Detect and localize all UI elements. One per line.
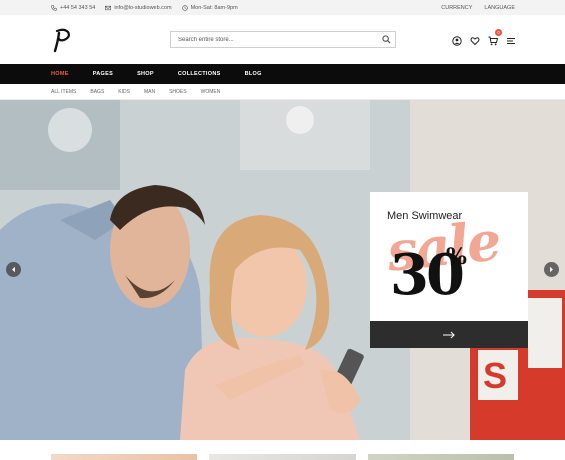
brand-logo[interactable] [50,27,74,53]
category-navigation: ALL ITEMS BAGS KIDS MAN SHOES WOMEN [0,84,565,100]
heart-icon [470,37,480,46]
contact-info: +44 54 343 54 info@lo-studioweb.com Mon-… [51,0,238,15]
featured-banner-1[interactable] [51,454,197,460]
category-kids[interactable]: KIDS [118,89,130,95]
search-input[interactable] [171,32,376,47]
envelope-icon [105,5,112,10]
opening-hours: Mon-Sat: 8am-9pm [190,4,238,11]
search-bar [170,31,396,48]
header-actions: 0 [452,29,516,46]
promo-percent-sign: % [446,244,467,270]
email-info[interactable]: info@lo-studioweb.com [105,4,172,11]
featured-banner-3[interactable] [368,454,514,460]
slider-prev-button[interactable] [6,262,21,277]
slider-next-button[interactable] [544,262,559,277]
chevron-left-icon [12,266,15,273]
main-navigation: HOME PAGES SHOP COLLECTIONS BLOG [0,64,565,84]
category-all-items[interactable]: ALL ITEMS [51,89,76,95]
user-icon [452,36,462,46]
phone-icon [51,4,57,11]
nav-item-blog[interactable]: BLOG [245,71,262,77]
clock-icon [181,4,188,11]
chevron-right-icon [550,266,553,273]
arrow-right-icon [442,331,455,338]
top-utility-bar: +44 54 343 54 info@lo-studioweb.com Mon-… [0,0,565,15]
wishlist-button[interactable] [470,33,480,46]
search-icon[interactable] [382,35,391,44]
menu-icon [507,38,515,44]
category-bags[interactable]: BAGS [90,89,104,95]
promo-title: Men Swimwear [387,210,463,222]
site-header: 0 [0,15,565,64]
cart-button[interactable]: 0 [488,29,502,46]
cart-icon [488,36,499,46]
svg-text:S: S [483,355,507,396]
nav-item-collections[interactable]: COLLECTIONS [178,71,221,77]
topbar-settings: CURRENCY LANGUAGE [441,0,515,15]
nav-item-shop[interactable]: SHOP [137,71,154,77]
hero-slider: S sale Men Swimwear 30 % [0,100,565,440]
category-man[interactable]: MAN [144,89,155,95]
language-selector[interactable]: LANGUAGE [484,5,515,11]
phone-number: +44 54 343 54 [60,4,96,11]
promo-shop-button[interactable] [370,321,528,348]
account-button[interactable] [452,33,462,46]
cart-count-badge: 0 [495,29,502,36]
phone-info[interactable]: +44 54 343 54 [51,5,95,11]
menu-button[interactable] [506,33,516,44]
category-shoes[interactable]: SHOES [169,89,187,95]
email-address: info@lo-studioweb.com [114,4,172,11]
nav-item-home[interactable]: HOME [51,71,69,77]
hours-info: Mon-Sat: 8am-9pm [181,4,238,11]
featured-banners-row [0,440,565,460]
category-women[interactable]: WOMEN [201,89,221,95]
featured-banner-2[interactable] [209,454,356,460]
currency-selector[interactable]: CURRENCY [441,5,472,11]
nav-item-pages[interactable]: PAGES [93,71,113,77]
